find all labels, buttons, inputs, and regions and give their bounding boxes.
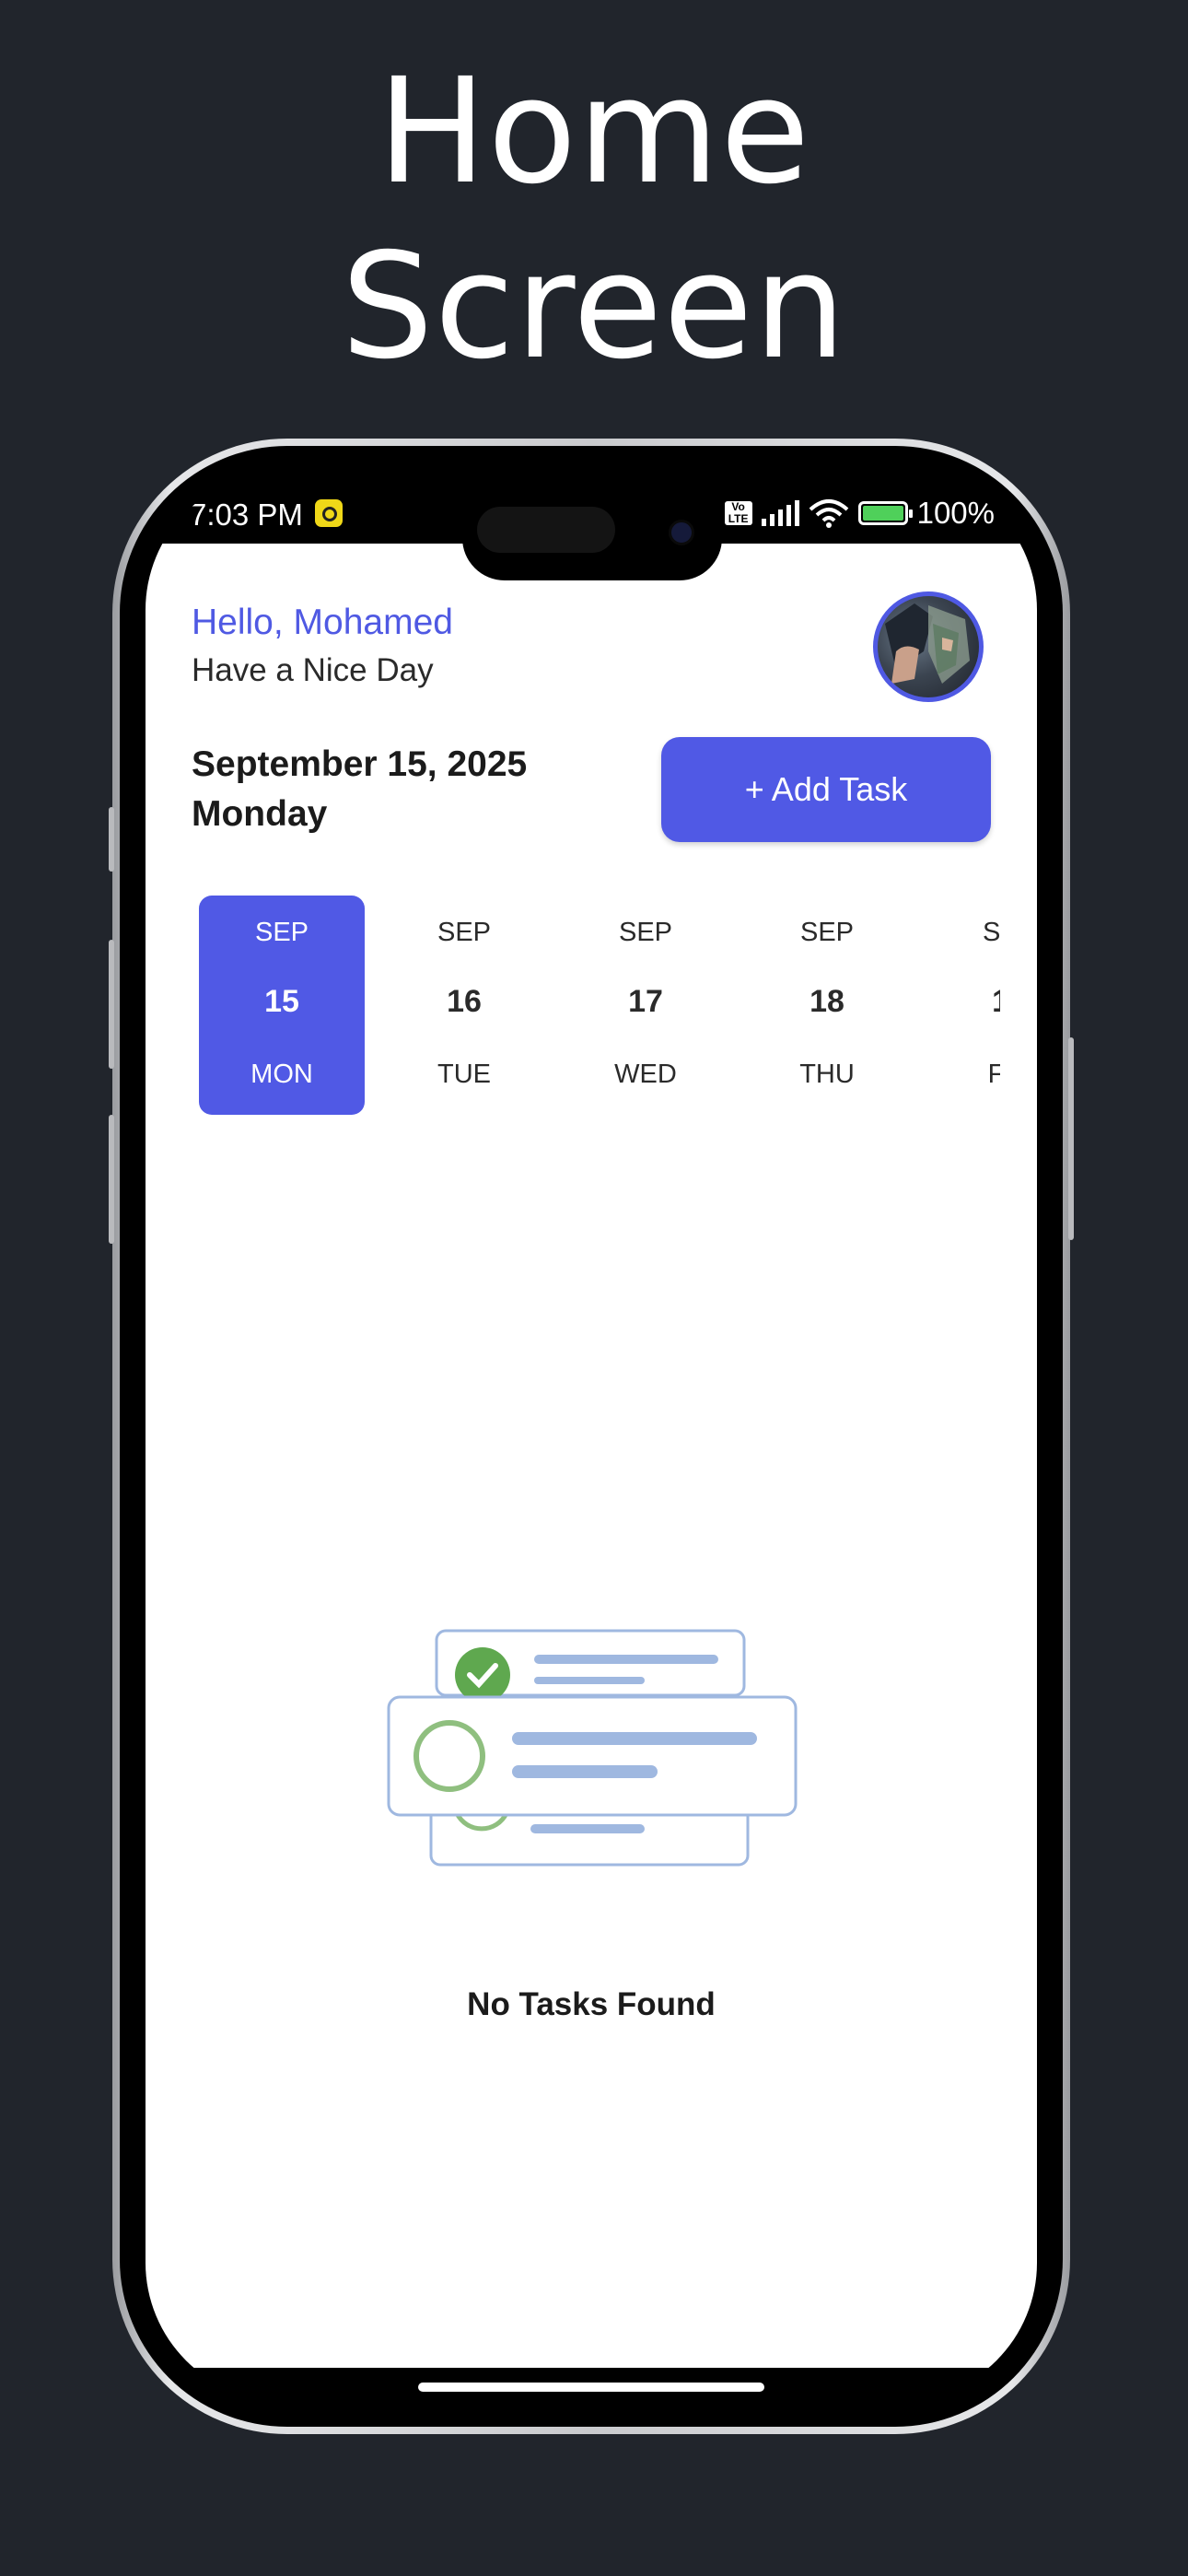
date-item-month: SEP (254, 918, 309, 947)
date-item-sep-16[interactable]: SEP 16 TUE (381, 896, 547, 1115)
status-time: 7:03 PM (190, 498, 303, 532)
dynamic-island-sensor (477, 507, 615, 553)
date-item-month: SEP (799, 918, 855, 947)
date-item-sep-19[interactable]: SEP 19 FRI (926, 896, 1000, 1115)
phone-screen: 7:03 PM Vo LTE 100% Hello, Mohamed Have … (146, 472, 1037, 2401)
app-content: Hello, Mohamed Have a Nice Day September… (146, 544, 1037, 2368)
signal-icon (761, 500, 799, 526)
date-item-sep-18[interactable]: SEP 18 THU (744, 896, 910, 1115)
greeting-title: Hello, Mohamed (192, 603, 453, 642)
current-weekday: Monday (192, 794, 328, 834)
volte-icon: Vo LTE (724, 501, 752, 525)
date-item-weekday: MON (250, 1060, 313, 1089)
date-item-weekday: THU (799, 1060, 855, 1089)
avatar-image (885, 603, 970, 684)
power-button (1068, 1037, 1074, 1240)
date-item-month: SEP (982, 918, 1000, 947)
date-item-weekday: TUE (437, 1060, 491, 1089)
date-item-day: 18 (809, 984, 844, 1019)
battery-percent: 100% (916, 496, 995, 530)
volume-up-button (109, 940, 114, 1069)
date-item-day: 15 (264, 984, 299, 1019)
greeting-subtitle: Have a Nice Day (192, 652, 434, 688)
date-item-day: 16 (447, 984, 482, 1019)
date-item-sep-17[interactable]: SEP 17 WED (563, 896, 728, 1115)
side-button (109, 807, 114, 872)
date-item-month: SEP (437, 918, 492, 947)
task-list-illustration (387, 1629, 798, 1867)
status-icons: Vo LTE 100% (724, 496, 995, 531)
battery-icon (857, 501, 913, 525)
date-item-day: 17 (628, 984, 663, 1019)
date-strip[interactable]: SEP 15 MON SEP 16 TUE SEP 17 WED SEP 18 … (199, 896, 1000, 1117)
avatar[interactable] (873, 591, 984, 702)
instagram-icon (315, 499, 343, 527)
headline-line-1: Home (377, 47, 811, 217)
promo-headline: Home Screen (0, 44, 1188, 394)
current-date: September 15, 2025 (192, 744, 528, 784)
empty-state-message: No Tasks Found (467, 1986, 716, 2022)
volume-down-button (109, 1115, 114, 1244)
home-indicator[interactable] (418, 2383, 764, 2392)
wifi-icon (809, 499, 848, 528)
headline-line-2: Screen (341, 222, 847, 392)
date-item-weekday: FRI (987, 1060, 1000, 1089)
date-item-sep-15[interactable]: SEP 15 MON (199, 896, 365, 1115)
add-task-button[interactable]: + Add Task (661, 737, 991, 842)
front-camera (669, 520, 694, 545)
date-item-day: 19 (926, 984, 1000, 1020)
date-item-month: SEP (618, 918, 673, 947)
date-item-weekday: WED (614, 1060, 677, 1089)
